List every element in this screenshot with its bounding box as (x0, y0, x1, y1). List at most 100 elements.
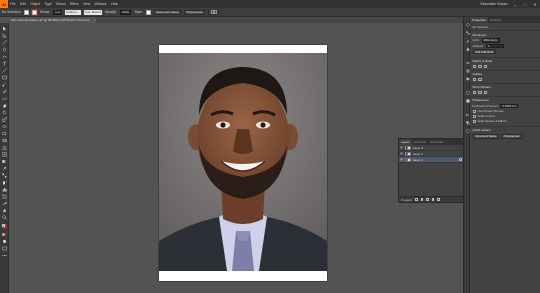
zoom-tool-icon[interactable] (2, 215, 7, 220)
swatches-panel-icon[interactable] (465, 31, 470, 35)
rectangle-tool-icon[interactable] (2, 75, 7, 80)
pencil-tool-icon[interactable] (2, 89, 7, 94)
menu-object[interactable]: Object (28, 2, 42, 6)
symbol-sprayer-tool-icon[interactable] (2, 180, 7, 185)
style-swatch[interactable] (145, 9, 151, 15)
stroke-swatch[interactable] (30, 8, 38, 16)
new-sublayer-icon[interactable] (426, 198, 429, 201)
layer-target-icon[interactable] (459, 158, 462, 161)
portrait-photo[interactable] (159, 53, 327, 271)
shape-builder-tool-icon[interactable] (2, 138, 7, 143)
menu-view[interactable]: View (81, 2, 93, 6)
symbols-panel-icon[interactable] (465, 47, 470, 51)
eraser-tool-icon[interactable] (2, 103, 7, 108)
tab-properties-mini[interactable]: Properties (428, 139, 445, 145)
rulers-icon[interactable] (472, 64, 476, 68)
appearance-panel-icon[interactable] (465, 91, 470, 95)
eyedropper-tool-icon[interactable] (2, 166, 7, 171)
menu-help[interactable]: Help (109, 2, 120, 6)
snap-to-pixel-icon[interactable] (478, 90, 482, 94)
document-setup-button[interactable]: Document Setup (153, 9, 182, 15)
color-panel-icon[interactable] (465, 23, 470, 27)
visibility-eye-icon[interactable] (400, 152, 403, 155)
scale-strokes-row[interactable]: Scale Strokes & Effects (472, 119, 538, 123)
tab-properties[interactable]: Properties (470, 17, 488, 23)
document-setup-quick-button[interactable]: Document Setup (472, 133, 500, 139)
selection-tool-icon[interactable] (2, 26, 7, 31)
menu-select[interactable]: Select (54, 2, 68, 6)
curvature-tool-icon[interactable] (2, 54, 7, 59)
transparency-grid-icon[interactable] (483, 64, 487, 68)
visibility-eye-icon[interactable] (400, 158, 403, 161)
magic-wand-tool-icon[interactable] (2, 40, 7, 45)
locate-object-icon[interactable] (415, 198, 418, 201)
brushes-panel-icon[interactable] (466, 39, 470, 43)
graphic-styles-panel-icon[interactable] (465, 99, 470, 103)
stroke-weight-field[interactable]: 1 pt (53, 9, 63, 15)
lock-guides-icon[interactable] (478, 77, 482, 81)
drawing-modes-icon[interactable] (2, 239, 7, 244)
canvas-area[interactable]: Layers Artboards Properties Layer 3 Laye… (9, 23, 469, 293)
preview-bounds-row[interactable]: Use Preview Bounds (472, 109, 538, 113)
direct-selection-tool-icon[interactable] (2, 33, 7, 38)
close-tab-icon[interactable]: × (94, 18, 96, 22)
make-clipping-mask-icon[interactable] (420, 198, 424, 201)
scale-corners-row[interactable]: Scale Corners (472, 114, 538, 118)
width-tool-icon[interactable] (2, 124, 7, 129)
arrange-documents-icon[interactable] (208, 9, 220, 15)
pathfinder-panel-icon[interactable] (465, 121, 470, 125)
edit-toolbar-icon[interactable] (2, 253, 7, 258)
preferences-button[interactable]: Preferences (184, 9, 206, 15)
scale-tool-icon[interactable] (2, 117, 7, 122)
workspace-switcher[interactable]: Essentials Classic (478, 2, 510, 6)
opacity-field[interactable]: 100% (119, 9, 132, 15)
smart-guides-icon[interactable] (483, 90, 487, 94)
transparency-panel-icon[interactable] (465, 77, 470, 81)
artboard[interactable] (159, 45, 327, 281)
brush-dropdown[interactable]: 5 pt. Round (84, 9, 102, 15)
column-graph-tool-icon[interactable] (2, 187, 7, 192)
screen-mode-icon[interactable] (2, 246, 7, 251)
delete-layer-icon[interactable] (437, 198, 441, 201)
transform-panel-icon[interactable] (466, 129, 470, 133)
menu-type[interactable]: Type (42, 2, 54, 6)
fill-stroke-swatches[interactable] (2, 224, 7, 229)
keyboard-increment-field[interactable]: 0.3528 mm (500, 103, 519, 108)
rotate-tool-icon[interactable] (2, 110, 7, 115)
tab-libraries[interactable]: Libraries (488, 17, 504, 23)
fill-swatch[interactable] (23, 9, 29, 15)
scale-strokes-checkbox[interactable] (472, 119, 476, 123)
pen-tool-icon[interactable] (2, 47, 7, 52)
blend-tool-icon[interactable] (2, 173, 7, 178)
gradient-tool-icon[interactable] (2, 159, 7, 164)
units-dropdown[interactable]: Millimeters (481, 38, 500, 43)
stroke-profile-dropdown[interactable]: Uniform (65, 9, 82, 15)
artboard-dropdown[interactable]: 1 (486, 43, 505, 48)
tab-artboards[interactable]: Artboards (412, 139, 429, 145)
menu-window[interactable]: Window (92, 2, 108, 6)
visibility-eye-icon[interactable] (400, 146, 403, 149)
snap-to-point-icon[interactable] (472, 90, 476, 94)
new-layer-icon[interactable] (431, 198, 435, 201)
free-transform-tool-icon[interactable] (2, 131, 7, 136)
layer-row-selected[interactable]: Layer 1 (399, 157, 468, 163)
paintbrush-tool-icon[interactable] (2, 82, 7, 87)
maximize-button[interactable]: □ (520, 2, 530, 7)
color-mode-icon[interactable] (2, 232, 7, 237)
guides-icon[interactable] (472, 77, 476, 81)
tab-layers[interactable]: Layers (399, 139, 412, 145)
perspective-grid-tool-icon[interactable] (2, 145, 7, 150)
minimize-button[interactable]: – (510, 2, 520, 7)
line-tool-icon[interactable] (2, 68, 7, 73)
close-window-button[interactable]: ✕ (530, 2, 540, 7)
menu-edit[interactable]: Edit (18, 2, 28, 6)
preferences-quick-button[interactable]: Preferences (501, 133, 523, 139)
gradient-panel-icon[interactable] (465, 69, 470, 73)
edit-artboards-button[interactable]: Edit Artboards (472, 49, 497, 54)
preview-bounds-checkbox[interactable] (472, 109, 476, 113)
slice-tool-icon[interactable] (2, 201, 7, 206)
menu-file[interactable]: File (8, 2, 18, 6)
align-panel-icon[interactable] (465, 113, 470, 117)
mesh-tool-icon[interactable] (2, 152, 7, 157)
artboard-tool-icon[interactable] (2, 194, 7, 199)
